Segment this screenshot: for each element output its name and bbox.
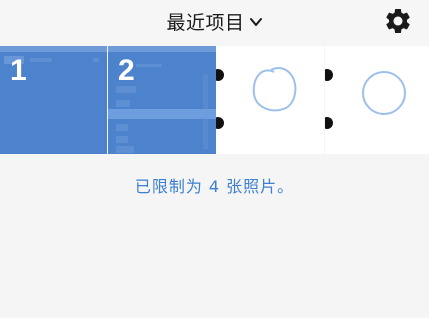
selection-limit-notice: 已限制为 4 张照片。: [134, 177, 295, 196]
photo-thumbnail-selected[interactable]: 1: [0, 46, 107, 154]
thumbnail-content: [108, 46, 216, 52]
selection-order-badge: 1: [10, 54, 27, 87]
selection-order-badge: 2: [118, 54, 135, 87]
thumbnail-content: [30, 58, 52, 62]
thumbnail-content: [116, 136, 128, 143]
photo-thumbnail-selected[interactable]: 2: [108, 46, 216, 154]
thumbnail-content: [108, 109, 216, 119]
thumbnail-content: [362, 71, 406, 115]
thumbnail-content: [116, 100, 130, 107]
thumbnail-content: [252, 67, 297, 112]
photo-strip: 1 2: [0, 46, 429, 154]
album-title: 最近项目: [166, 12, 245, 34]
thumbnail-content: [203, 74, 208, 149]
thumbnail-content: [0, 46, 107, 52]
album-selector[interactable]: 最近项目: [166, 8, 262, 35]
thumbnail-content: [116, 124, 128, 131]
top-bar: 最近项目: [0, 0, 429, 45]
gear-icon[interactable]: [383, 6, 413, 36]
chevron-down-icon: [249, 17, 262, 26]
thumbnail-content: [93, 58, 99, 62]
thumbnail-content: [136, 64, 162, 67]
thumbnail-content: [116, 146, 134, 153]
photo-thumbnail[interactable]: [325, 46, 429, 154]
photo-thumbnail[interactable]: [216, 46, 324, 154]
